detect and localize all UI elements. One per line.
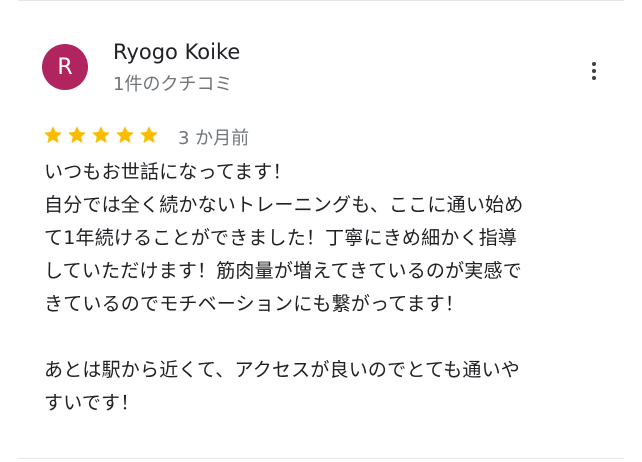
avatar[interactable]: R	[42, 44, 88, 90]
review-date: 3 か月前	[178, 128, 250, 149]
card-top-border	[18, 0, 624, 1]
star-icon	[116, 126, 134, 143]
reviewer-name[interactable]: Ryogo Koike	[113, 40, 240, 64]
review-card: R Ryogo Koike 1件のクチコミ 3 か月前 いつもお世話になってます…	[0, 0, 642, 462]
star-icon	[92, 126, 110, 143]
review-text-line	[44, 321, 614, 354]
review-text: いつもお世話になってます！ 自分では全く続かないトレーニングも、ここに通い始め て1…	[44, 156, 614, 420]
star-rating	[42, 124, 160, 146]
review-text-line: していただけます！筋肉量が増えてきているのが実感で	[44, 260, 522, 282]
card-bottom-border	[18, 458, 624, 459]
star-icon	[140, 126, 158, 143]
review-text-line: いつもお世話になってます！	[44, 161, 292, 183]
review-text-line: きているのでモチベーションにも繋がってます！	[44, 293, 465, 315]
review-text-line: 自分では全く続かないトレーニングも、ここに通い始め	[44, 194, 524, 216]
avatar-initial: R	[57, 54, 73, 80]
star-icon	[44, 126, 62, 143]
more-vert-icon-dot	[592, 62, 596, 66]
review-text-line: て1年続けることができました！丁寧にきめ細かく指導	[44, 227, 518, 249]
more-options-button[interactable]	[584, 58, 604, 84]
star-icon	[68, 126, 86, 143]
more-vert-icon-dot	[592, 69, 596, 73]
more-vert-icon-dot	[592, 76, 596, 80]
reviewer-review-count[interactable]: 1件のクチコミ	[113, 70, 232, 96]
review-text-line: すいです！	[44, 392, 140, 414]
review-text-line: あとは駅から近くて、アクセスが良いのでとても通いや	[44, 359, 521, 381]
